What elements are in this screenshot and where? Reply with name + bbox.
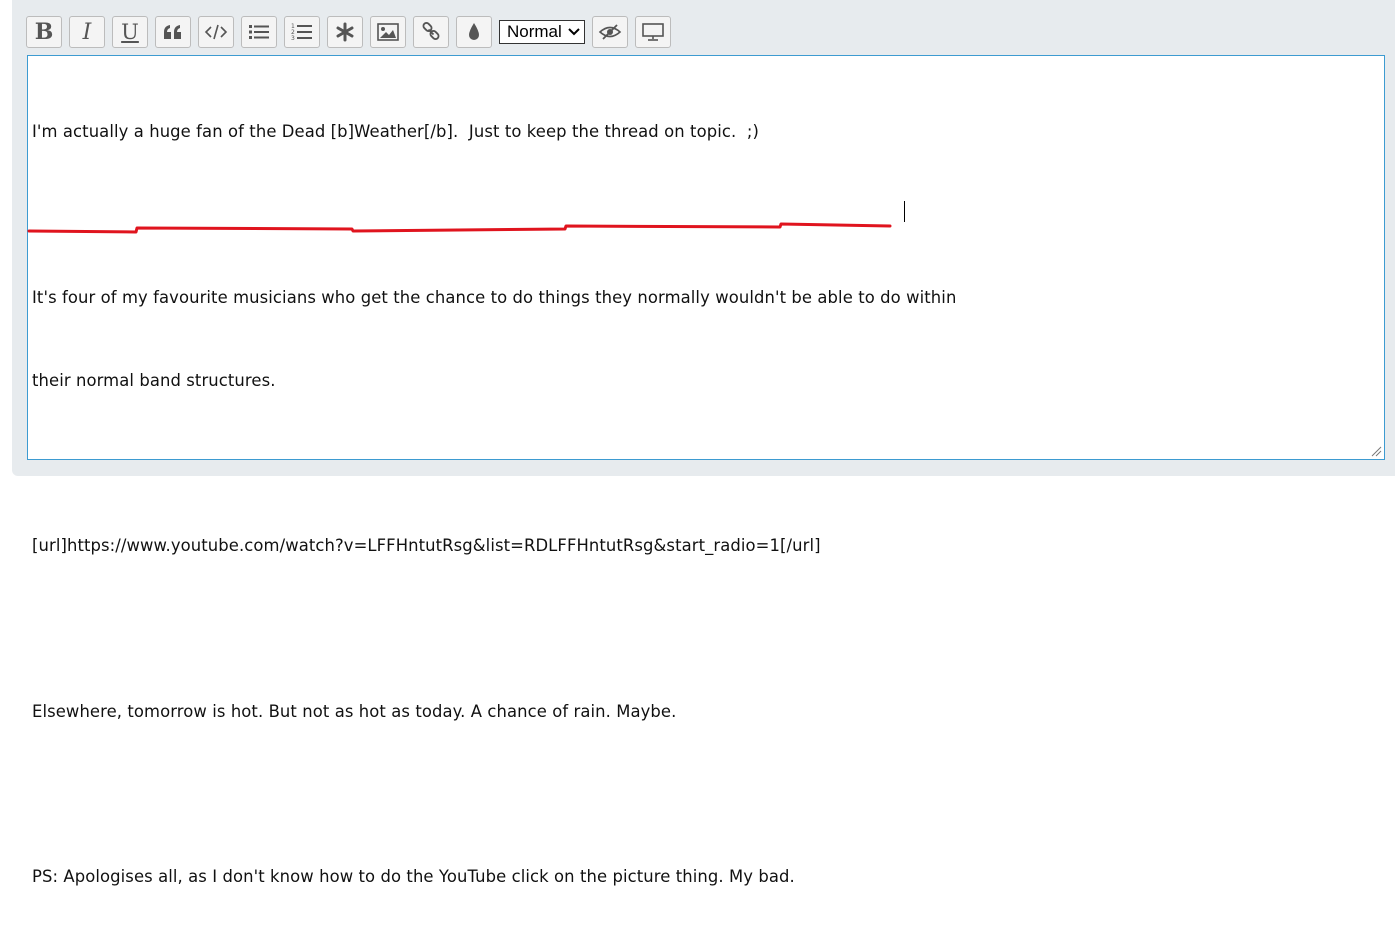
numbered-list-icon: 1 2 3 xyxy=(291,23,312,42)
underline-button[interactable]: U xyxy=(112,16,148,48)
image-button[interactable] xyxy=(370,16,406,48)
font-size-select[interactable]: Normal xyxy=(499,20,585,44)
text-line xyxy=(32,449,1376,477)
text-line: their normal band structures. xyxy=(32,370,276,390)
textarea-content: I'm actually a huge fan of the Dead [b]W… xyxy=(32,63,1376,946)
bullet-list-icon xyxy=(249,25,269,39)
droplet-icon xyxy=(469,23,479,40)
text-caret xyxy=(904,201,905,222)
color-button[interactable] xyxy=(456,16,492,48)
monitor-icon xyxy=(641,23,664,41)
font-size-value: Normal xyxy=(507,22,562,41)
spoiler-button[interactable] xyxy=(327,16,363,48)
preview-button[interactable] xyxy=(634,16,671,48)
text-line: I'm actually a huge fan of the Dead [b]W… xyxy=(32,122,760,142)
text-line xyxy=(32,615,1376,643)
text-line-url: [url]https://www.youtube.com/watch?v=LFF… xyxy=(32,536,821,556)
quote-button[interactable] xyxy=(155,16,191,48)
editor-toolbar: B I U 1 2 3 Normal xyxy=(26,15,678,49)
text-line: It's four of my favourite musicians who … xyxy=(32,287,957,307)
text-line xyxy=(32,201,1376,229)
bold-button[interactable]: B xyxy=(26,16,62,48)
eye-slash-icon xyxy=(598,24,621,40)
link-icon xyxy=(422,22,440,40)
svg-text:3: 3 xyxy=(291,35,295,42)
code-icon xyxy=(204,24,228,40)
text-line xyxy=(32,780,1376,808)
hide-preview-button[interactable] xyxy=(591,16,628,48)
numbered-list-button[interactable]: 1 2 3 xyxy=(284,16,320,48)
link-button[interactable] xyxy=(413,16,449,48)
resize-grip-icon[interactable] xyxy=(1370,445,1382,457)
quote-icon xyxy=(164,25,181,39)
text-line: Elsewhere, tomorrow is hot. But not as h… xyxy=(32,701,677,721)
code-button[interactable] xyxy=(198,16,234,48)
chevron-down-icon xyxy=(568,28,580,36)
italic-button[interactable]: I xyxy=(69,16,105,48)
bullet-list-button[interactable] xyxy=(241,16,277,48)
message-textarea[interactable]: I'm actually a huge fan of the Dead [b]W… xyxy=(27,55,1385,886)
asterisk-icon xyxy=(336,22,354,42)
image-icon xyxy=(377,23,399,41)
text-line: PS: Apologises all, as I don't know how … xyxy=(32,867,795,887)
